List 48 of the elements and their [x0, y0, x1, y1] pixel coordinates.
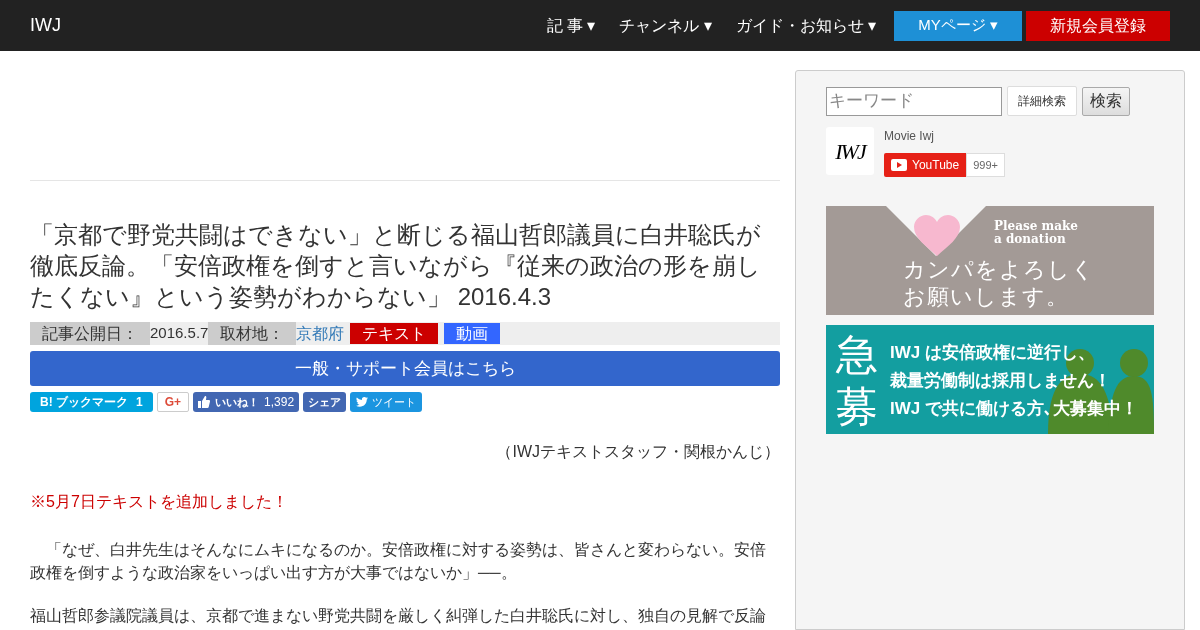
banner-text: 募 [836, 382, 878, 432]
bookmark-button[interactable]: B! ブックマーク 1 [30, 392, 153, 412]
search-field[interactable]: キーワード [826, 86, 1002, 116]
share-button[interactable]: シェア [303, 392, 347, 412]
category-tag[interactable]: 動画 [444, 323, 501, 344]
banner-text: カンパをよろしく [903, 256, 1095, 283]
play-icon [891, 159, 907, 171]
body-paragraph: 福山哲郎参議院議員は、京都で進まない野党共闘を厳しく糾弾した白井聡氏に対し、独自の見解で反論 [30, 606, 767, 626]
location-link[interactable]: 京都府 [296, 322, 345, 345]
bookmark-count: 1 [136, 394, 143, 411]
mypage-button[interactable]: MYページ ▾ [894, 10, 1022, 41]
tweet-button[interactable]: ツイート [350, 392, 423, 412]
meta-label: 取材地： [208, 322, 297, 345]
like-count: 1,392 [264, 394, 295, 411]
credit-text: （IWJテキストスタッフ・関根かんじ） [495, 442, 780, 462]
body-paragraph: 「なぜ、白井先生はそんなにムキになるのか。安倍政権に対する姿勢は、皆さんと変わらない。安倍政権を倒すような政治家をいっぱい出す方が大事ではないか」──。 [30, 540, 767, 583]
banner-text: 急 [836, 330, 878, 380]
advanced-search-button[interactable]: 詳細検索 [1007, 86, 1077, 116]
like-label: いいね！ [215, 394, 260, 410]
banner-text: a donation [994, 233, 1067, 246]
brand-link[interactable]: IWJ [30, 12, 61, 39]
banner-text: Please make [994, 220, 1078, 233]
youtube-button[interactable]: YouTube [884, 153, 967, 177]
banner-text: IWJ は安倍政権に逆行し、 [890, 342, 1096, 364]
meta-label: 記事公開日： [30, 322, 150, 345]
register-button[interactable]: 新規会員登録 [1026, 10, 1170, 41]
bookmark-label: B! ブックマーク [40, 394, 128, 411]
member-button[interactable]: 一般・サポート会員はこちら [30, 351, 780, 386]
banner-text: IWJ で共に働ける方､大募集中！ [890, 398, 1138, 420]
subscriber-count: 999+ [966, 153, 1005, 177]
article-title: 「京都で野党共闘はできない」と断じる福山哲郎議員に白井聡氏が徹底反論。「安倍政権を倒すと言いながら『従来の政治の形を崩したくない』という姿勢がわからない」 2016.4.3 [30, 220, 762, 312]
banner-text: お願いします。 [903, 283, 1070, 310]
donation-banner[interactable]: Please make a donation カンパをよろしく お願いします。 [826, 206, 1154, 315]
notice-text: ※5月7日テキストを追加しました！ [30, 492, 289, 512]
tweet-label: ツイート [372, 394, 417, 410]
publish-date: 2016.5.7 [150, 323, 209, 344]
search-button[interactable]: 検索 [1082, 86, 1130, 116]
thumbs-up-icon [198, 396, 211, 408]
nav-menu[interactable]: チャンネル ▾ [609, 10, 722, 41]
category-tag[interactable]: テキスト [350, 323, 439, 344]
google-plus-button[interactable]: G+ [156, 392, 190, 412]
nav-menu[interactable]: 記 事 ▾ [536, 10, 606, 41]
nav-menu[interactable]: ガイド・お知らせ ▾ [725, 10, 887, 41]
bird-icon [356, 397, 369, 407]
banner-text: 裁量労働制は採用しません！ [890, 370, 1112, 392]
like-button[interactable]: いいね！ 1,392 [193, 392, 300, 412]
logo-text: IWJ [835, 137, 865, 166]
channel-name: Movie Iwj [884, 128, 935, 145]
